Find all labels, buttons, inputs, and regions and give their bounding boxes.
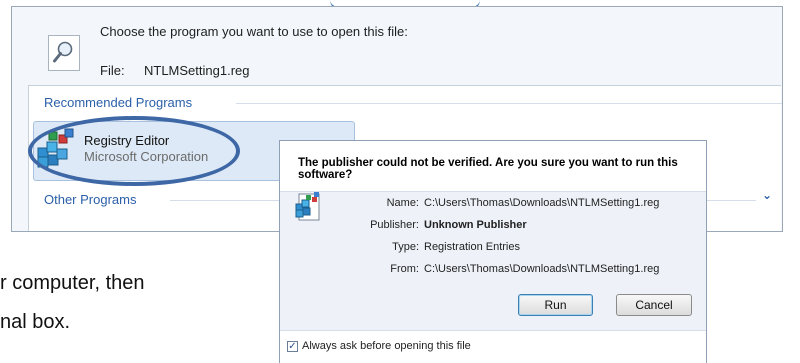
choose-program-prompt: Choose the program you want to use to op… (100, 24, 408, 39)
publisher-label: Publisher: (370, 219, 419, 231)
file-label: File: (100, 63, 125, 78)
divider (706, 200, 756, 201)
divider (170, 200, 280, 201)
from-value: C:\Users\Thomas\Downloads\NTLMSetting1.r… (424, 263, 660, 275)
chevron-down-icon[interactable]: ⌄ (762, 188, 772, 202)
always-ask-label[interactable]: Always ask before opening this file (302, 340, 471, 352)
program-name: Registry Editor (84, 133, 170, 148)
other-programs-header[interactable]: Other Programs (44, 192, 143, 207)
registry-editor-icon (37, 128, 74, 168)
from-label: From: (390, 263, 419, 275)
publisher-value: Unknown Publisher (424, 219, 527, 231)
instruction-text-line1: r computer, then (0, 272, 145, 294)
type-label: Type: (392, 241, 419, 253)
divider (236, 103, 782, 104)
name-label: Name: (386, 197, 419, 209)
warning-footer: ✓ Always ask before opening this file (280, 330, 706, 363)
program-vendor: Microsoft Corporation (84, 149, 209, 164)
warning-title: The publisher could not be verified. Are… (298, 157, 678, 181)
run-button[interactable]: Run (518, 294, 593, 316)
file-name: NTLMSetting1.reg (144, 63, 250, 78)
instruction-text-line2: nal box. (0, 311, 71, 333)
type-value: Registration Entries (424, 241, 520, 253)
search-icon (48, 35, 80, 71)
cancel-button[interactable]: Cancel (616, 294, 692, 316)
name-value: C:\Users\Thomas\Downloads\NTLMSetting1.r… (424, 197, 660, 209)
security-warning-dialog: The publisher could not be verified. Are… (279, 140, 707, 363)
warning-header: The publisher could not be verified. Are… (280, 141, 706, 192)
always-ask-checkbox[interactable]: ✓ (287, 341, 298, 352)
recommended-programs-header: Recommended Programs (44, 95, 199, 110)
